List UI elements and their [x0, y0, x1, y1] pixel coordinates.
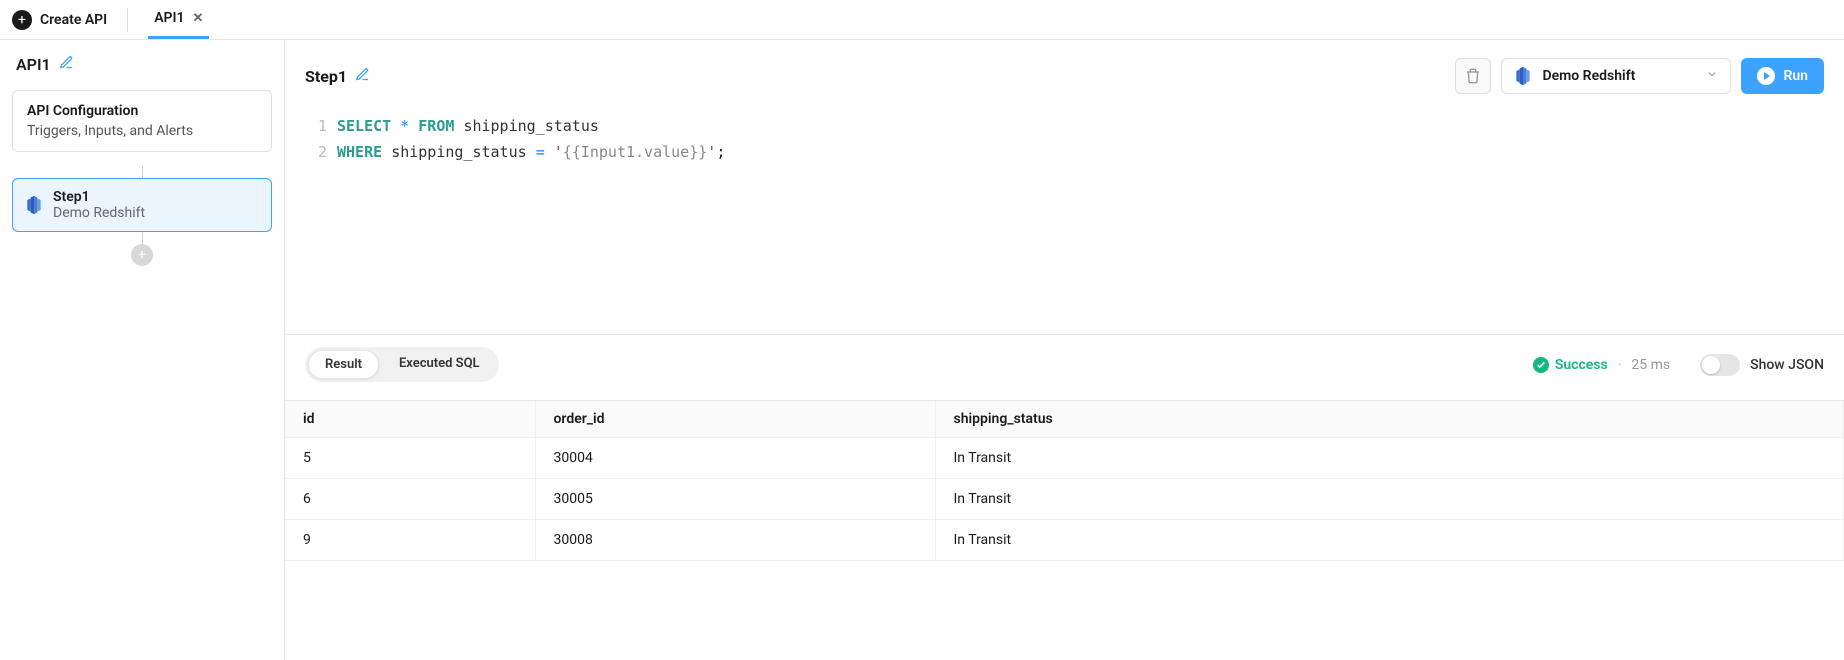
- step-title: Step1: [53, 189, 145, 205]
- edit-icon[interactable]: [59, 55, 74, 74]
- show-json-toggle[interactable]: [1700, 354, 1740, 376]
- code-editor[interactable]: 1SELECT * FROM shipping_status2WHERE shi…: [285, 104, 1844, 334]
- connector-line: [142, 232, 143, 244]
- table-cell: In Transit: [935, 520, 1844, 561]
- table-cell: 6: [285, 479, 535, 520]
- edit-icon[interactable]: [355, 67, 370, 86]
- delete-button[interactable]: [1455, 58, 1491, 94]
- tab-executed-sql[interactable]: Executed SQL: [383, 350, 496, 379]
- separator: ·: [1618, 357, 1622, 373]
- column-header[interactable]: shipping_status: [935, 401, 1844, 438]
- status-badge: Success: [1533, 357, 1608, 373]
- divider: [127, 8, 128, 32]
- status-area: Success · 25 ms Show JSON: [1533, 354, 1824, 376]
- api-configuration-card[interactable]: API Configuration Triggers, Inputs, and …: [12, 90, 272, 152]
- show-json-label: Show JSON: [1750, 357, 1824, 373]
- api-config-title: API Configuration: [27, 103, 257, 119]
- play-icon: [1757, 67, 1775, 85]
- close-icon[interactable]: ✕: [193, 11, 204, 26]
- table-cell: In Transit: [935, 438, 1844, 479]
- connector-line: [142, 166, 143, 178]
- api-name-label: API1: [16, 55, 51, 74]
- table-cell: 30005: [535, 479, 935, 520]
- results-header: Result Executed SQL Success · 25 ms Show…: [285, 335, 1844, 400]
- table-row[interactable]: 930008In Transit: [285, 520, 1844, 561]
- plus-icon: +: [12, 10, 32, 30]
- step-subtitle: Demo Redshift: [53, 205, 145, 221]
- step-header: Step1 Demo: [285, 40, 1844, 104]
- check-icon: [1533, 357, 1549, 373]
- create-api-button[interactable]: + Create API: [12, 10, 107, 30]
- redshift-icon: [25, 195, 43, 215]
- tab-label: API1: [154, 10, 184, 26]
- redshift-icon: [1514, 66, 1532, 86]
- database-selector[interactable]: Demo Redshift: [1501, 58, 1731, 94]
- top-tabs-bar: + Create API API1 ✕: [0, 0, 1844, 40]
- step-name-label: Step1: [305, 67, 347, 86]
- table-cell: 30004: [535, 438, 935, 479]
- results-table: idorder_idshipping_status 530004In Trans…: [285, 400, 1844, 660]
- sidebar: API1 API Configuration Triggers, Inputs,…: [0, 40, 285, 660]
- api-config-subtitle: Triggers, Inputs, and Alerts: [27, 123, 257, 139]
- db-name-label: Demo Redshift: [1542, 68, 1635, 84]
- status-label: Success: [1555, 357, 1608, 373]
- run-label: Run: [1783, 68, 1808, 84]
- tab-result[interactable]: Result: [308, 350, 379, 379]
- step-name-header: Step1: [305, 67, 370, 86]
- chevron-down-icon: [1706, 68, 1718, 84]
- result-tabs: Result Executed SQL: [305, 347, 499, 382]
- column-header[interactable]: order_id: [535, 401, 935, 438]
- table-row[interactable]: 630005In Transit: [285, 479, 1844, 520]
- trash-icon: [1465, 68, 1481, 84]
- table-cell: 9: [285, 520, 535, 561]
- timing-label: 25 ms: [1631, 357, 1670, 373]
- column-header[interactable]: id: [285, 401, 535, 438]
- add-step-button[interactable]: +: [131, 244, 153, 266]
- tab-api1[interactable]: API1 ✕: [148, 0, 209, 39]
- run-button[interactable]: Run: [1741, 58, 1824, 94]
- table-cell: 5: [285, 438, 535, 479]
- table-cell: 30008: [535, 520, 935, 561]
- create-api-label: Create API: [40, 12, 107, 28]
- table-header-row: idorder_idshipping_status: [285, 401, 1844, 438]
- api-name-header: API1: [12, 55, 272, 74]
- table-cell: In Transit: [935, 479, 1844, 520]
- results-panel: Result Executed SQL Success · 25 ms Show…: [285, 334, 1844, 660]
- table-row[interactable]: 530004In Transit: [285, 438, 1844, 479]
- main-panel: Step1 Demo: [285, 40, 1844, 660]
- step-card-step1[interactable]: Step1 Demo Redshift: [12, 178, 272, 232]
